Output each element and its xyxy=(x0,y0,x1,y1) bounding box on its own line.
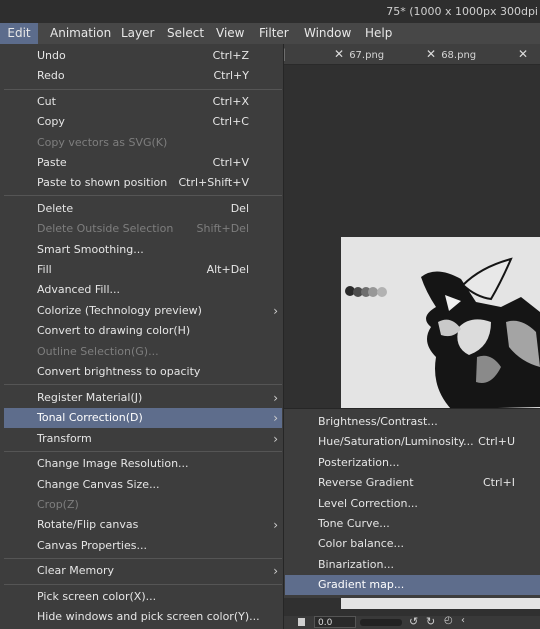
close-tab-icon[interactable]: ✕ xyxy=(334,44,346,64)
status-bar: 0.0 ↺ ↻ ◴ ‹ xyxy=(284,615,540,629)
menu-layer[interactable]: Layer xyxy=(121,23,154,44)
menu-item-smart-smoothing[interactable]: Smart Smoothing... xyxy=(4,240,282,260)
menu-item-advanced-fill[interactable]: Advanced Fill... xyxy=(4,280,282,300)
menu-item-clear-memory[interactable]: Clear Memory › xyxy=(4,561,282,581)
menu-item-change-canvas-size[interactable]: Change Canvas Size... xyxy=(4,475,282,495)
title-bar: 75* (1000 x 1000px 300dpi xyxy=(0,0,540,23)
close-tab-icon[interactable]: ✕ xyxy=(518,44,530,64)
submenu-item-gradient-map[interactable]: Gradient map... xyxy=(285,575,540,595)
menu-item-convert-brightness-to-opacity[interactable]: Convert brightness to opacity xyxy=(4,362,282,382)
document-tabs: | ✕ 67.png ✕ 68.png ✕ xyxy=(282,44,540,65)
menu-item-canvas-properties[interactable]: Canvas Properties... xyxy=(4,536,282,556)
menu-item-fill[interactable]: Fill Alt+Del xyxy=(4,260,282,280)
menu-item-convert-to-drawing-color[interactable]: Convert to drawing color(H) xyxy=(4,321,282,341)
zoom-slider[interactable] xyxy=(360,619,402,626)
menu-separator xyxy=(4,384,282,385)
submenu-item-reverse-gradient[interactable]: Reverse Gradient Ctrl+I xyxy=(285,473,540,493)
menu-item-colorize[interactable]: Colorize (Technology preview) › xyxy=(4,301,282,321)
submenu-arrow-icon: › xyxy=(273,564,278,578)
tab-label: 67.png xyxy=(349,50,385,61)
submenu-item-binarization[interactable]: Binarization... xyxy=(285,555,540,575)
menu-item-outline-selection[interactable]: Outline Selection(G)... xyxy=(4,342,282,362)
menu-item-tonal-correction[interactable]: Tonal Correction(D) › xyxy=(4,408,282,428)
reset-rotation-icon[interactable]: ◴ xyxy=(444,615,453,626)
menu-select[interactable]: Select xyxy=(167,23,204,44)
submenu-item-color-balance[interactable]: Color balance... xyxy=(285,534,540,554)
scroll-left-icon[interactable]: ‹ xyxy=(461,615,465,626)
menu-item-hide-windows-pick-color[interactable]: Hide windows and pick screen color(Y)... xyxy=(4,607,282,627)
menu-window[interactable]: Window xyxy=(304,23,351,44)
edit-menu-dropdown: Undo Ctrl+Z Redo Ctrl+Y Cut Ctrl+X Copy Ctrl… xyxy=(0,44,284,629)
close-tab-icon[interactable]: ✕ xyxy=(426,44,438,64)
submenu-item-posterization[interactable]: Posterization... xyxy=(285,453,540,473)
rotate-right-icon[interactable]: ↻ xyxy=(426,615,435,628)
menu-item-undo[interactable]: Undo Ctrl+Z xyxy=(4,46,282,66)
menu-separator xyxy=(4,451,282,452)
submenu-item-brightness-contrast[interactable]: Brightness/Contrast... xyxy=(285,412,540,432)
navigator-icon[interactable] xyxy=(298,618,305,626)
menu-animation[interactable]: Animation xyxy=(50,23,111,44)
menu-item-paste[interactable]: Paste Ctrl+V xyxy=(4,153,282,173)
menu-item-cut[interactable]: Cut Ctrl+X xyxy=(4,92,282,112)
menu-item-pick-screen-color[interactable]: Pick screen color(X)... xyxy=(4,587,282,607)
zoom-field[interactable]: 0.0 xyxy=(314,616,356,628)
menu-bar: Edit Animation Layer Select View Filter … xyxy=(0,23,540,45)
menu-item-delete-outside-selection[interactable]: Delete Outside Selection Shift+Del xyxy=(4,219,282,239)
submenu-arrow-icon: › xyxy=(273,391,278,405)
menu-item-transform[interactable]: Transform › xyxy=(4,429,282,449)
window-title: 75* (1000 x 1000px 300dpi xyxy=(386,5,538,18)
tab-label: 68.png xyxy=(441,50,477,61)
menu-view[interactable]: View xyxy=(216,23,244,44)
document-tab-68[interactable]: ✕ 68.png xyxy=(426,44,476,64)
menu-item-redo[interactable]: Redo Ctrl+Y xyxy=(4,66,282,86)
menu-separator xyxy=(4,584,282,585)
menu-item-change-image-resolution[interactable]: Change Image Resolution... xyxy=(4,454,282,474)
menu-separator xyxy=(4,89,282,90)
submenu-item-hue-saturation-luminosity[interactable]: Hue/Saturation/Luminosity... Ctrl+U xyxy=(285,432,540,452)
submenu-arrow-icon: › xyxy=(273,411,278,425)
submenu-arrow-icon: › xyxy=(273,432,278,446)
submenu-arrow-icon: › xyxy=(273,518,278,532)
rotate-left-icon[interactable]: ↺ xyxy=(409,615,418,628)
menu-separator xyxy=(4,195,282,196)
tonal-correction-submenu: Brightness/Contrast... Hue/Saturation/Lu… xyxy=(284,408,540,598)
menu-edit[interactable]: Edit xyxy=(0,23,38,44)
document-tab-67[interactable]: ✕ 67.png xyxy=(334,44,384,64)
menu-item-rotate-flip-canvas[interactable]: Rotate/Flip canvas › xyxy=(4,515,282,535)
menu-help[interactable]: Help xyxy=(365,23,392,44)
submenu-item-tone-curve[interactable]: Tone Curve... xyxy=(285,514,540,534)
submenu-arrow-icon: › xyxy=(273,304,278,318)
menu-item-copy-vectors-svg[interactable]: Copy vectors as SVG(K) xyxy=(4,133,282,153)
menu-item-copy[interactable]: Copy Ctrl+C xyxy=(4,112,282,132)
menu-item-paste-to-shown-position[interactable]: Paste to shown position Ctrl+Shift+V xyxy=(4,173,282,193)
document-tab-partial-right[interactable]: ✕ xyxy=(518,44,530,64)
menu-filter[interactable]: Filter xyxy=(259,23,289,44)
menu-separator xyxy=(4,558,282,559)
menu-item-register-material[interactable]: Register Material(J) › xyxy=(4,388,282,408)
menu-item-delete[interactable]: Delete Del xyxy=(4,199,282,219)
menu-item-crop[interactable]: Crop(Z) xyxy=(4,495,282,515)
submenu-item-level-correction[interactable]: Level Correction... xyxy=(285,494,540,514)
